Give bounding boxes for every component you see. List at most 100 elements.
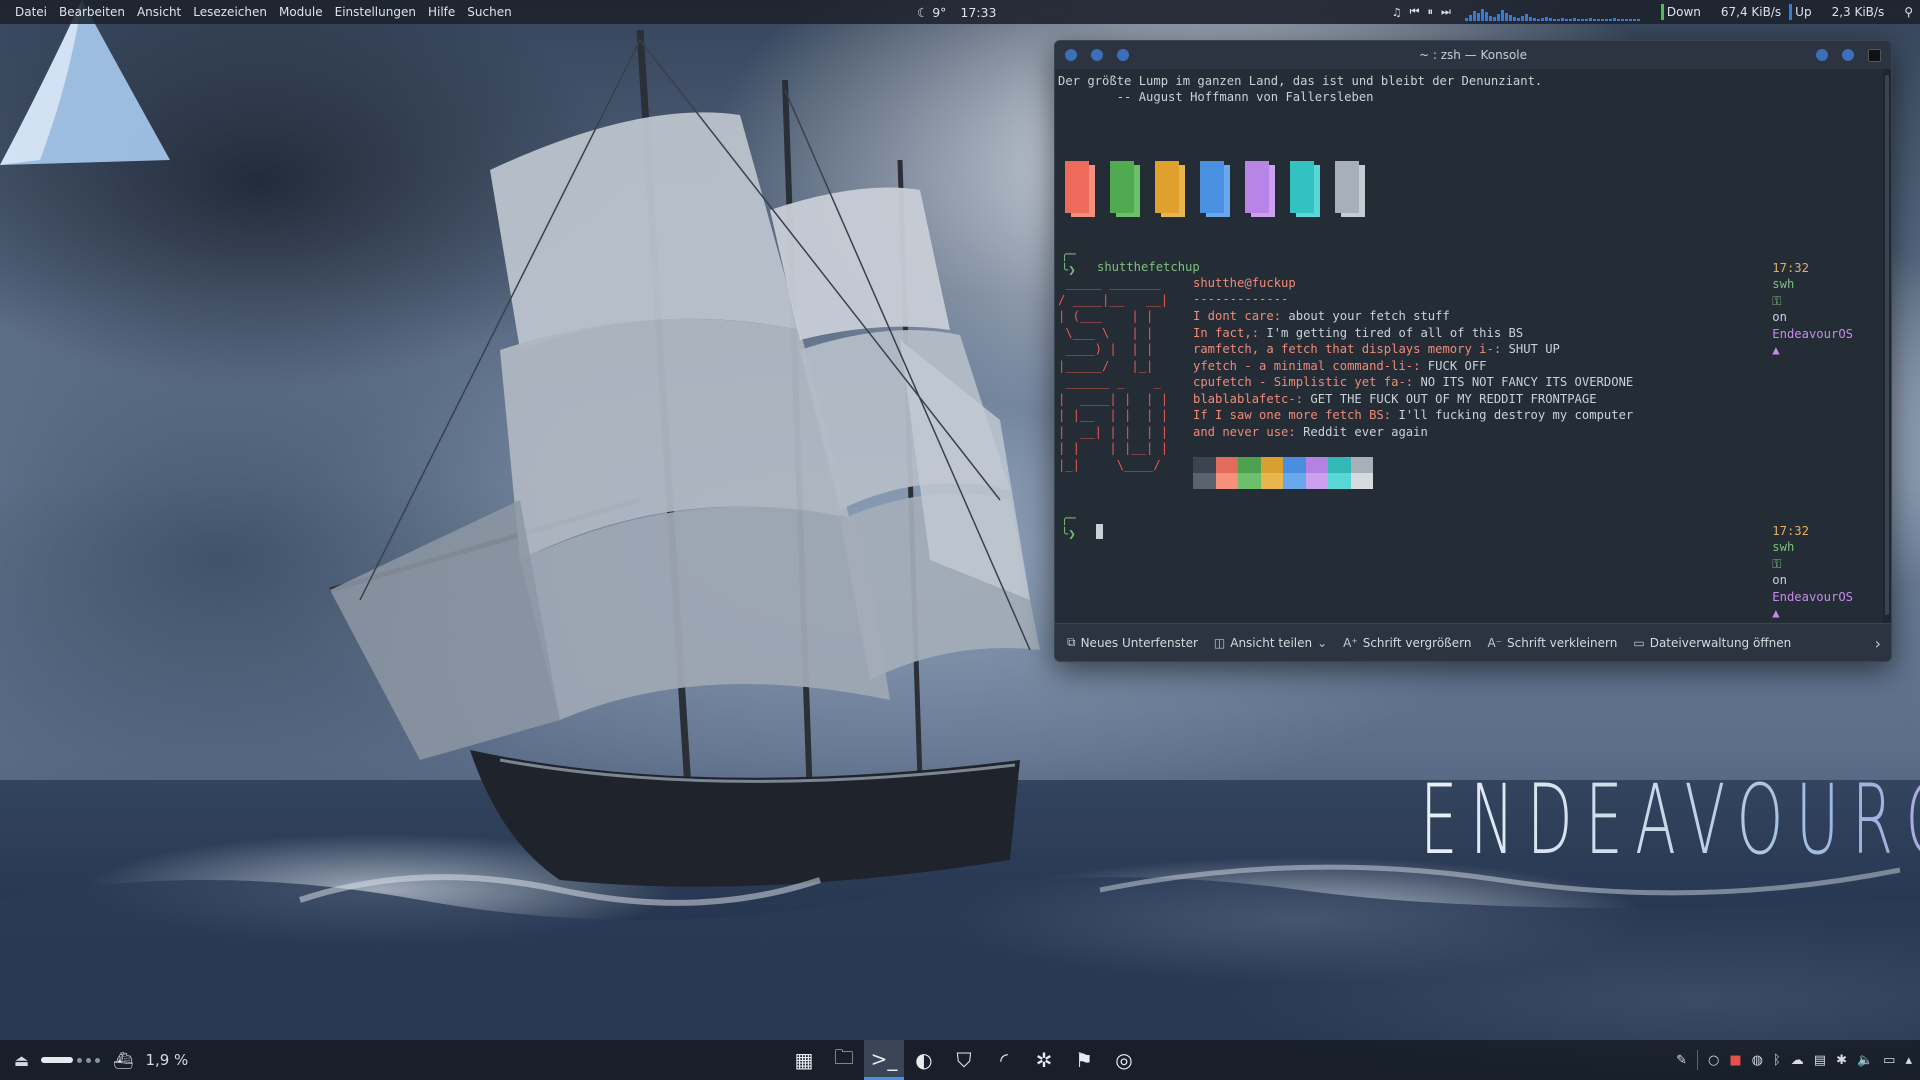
menu-hilfe[interactable]: Hilfe xyxy=(422,0,461,24)
palette-cell xyxy=(1193,457,1216,473)
color-swatches xyxy=(1065,161,1365,217)
clock[interactable]: 17:33 xyxy=(960,5,996,20)
brave-icon[interactable]: ⛉ xyxy=(944,1040,984,1080)
window-titlebar[interactable]: ~ : zsh — Konsole xyxy=(1055,41,1891,69)
menu-module[interactable]: Module xyxy=(273,0,329,24)
cpu-usage: 1,9 % xyxy=(145,1051,189,1069)
ascii-art-line: \___ \ | | xyxy=(1058,325,1176,340)
menu-bearbeiten[interactable]: Bearbeiten xyxy=(53,0,131,24)
open-file-manager-button[interactable]: ▭ Dateiverwaltung öffnen xyxy=(1633,636,1791,650)
brightness-slider[interactable] xyxy=(41,1057,101,1063)
ascii-art-line: | |__ | | | | xyxy=(1058,408,1169,422)
endeavouros-logo-icon xyxy=(0,0,170,165)
search-icon[interactable]: ⚲ xyxy=(1904,5,1913,19)
network-speed: Down 67,4 KiB/s Up 2,3 KiB/s xyxy=(1660,4,1885,20)
palette-cell xyxy=(1260,473,1283,489)
font-bigger-button[interactable]: A⁺ Schrift vergrößern xyxy=(1343,636,1471,650)
network-graph-bar xyxy=(1512,17,1516,21)
net-up-value: 2,3 KiB/s xyxy=(1831,5,1885,19)
palette-cell xyxy=(1238,457,1261,473)
pause-icon[interactable]: ⏸ xyxy=(1427,5,1433,19)
menu-suchen[interactable]: Suchen xyxy=(461,0,517,24)
network-graph-bar xyxy=(1552,19,1556,21)
tray-expand-icon[interactable]: ▴ xyxy=(1905,1053,1912,1068)
eject-icon[interactable]: ⏏ xyxy=(14,1051,29,1070)
palette-bar xyxy=(1193,457,1373,489)
clipboard-icon[interactable]: ▤ xyxy=(1814,1053,1826,1068)
maximize-button[interactable] xyxy=(1842,49,1854,61)
network-graph-bar xyxy=(1616,19,1620,21)
network-graph-bar xyxy=(1588,18,1592,21)
network-graph-bar xyxy=(1596,19,1600,21)
network-graph-bar xyxy=(1496,14,1500,21)
bluetooth-icon[interactable]: ᛒ xyxy=(1773,1053,1781,1068)
weather-clock[interactable]: ☾ 9° 17:33 xyxy=(917,0,996,24)
color-picker-icon[interactable]: ✎ xyxy=(1676,1053,1687,1068)
font-smaller-label: Schrift verkleinern xyxy=(1507,635,1618,650)
new-split-button[interactable]: ⧉ Neues Unterfenster xyxy=(1067,635,1198,650)
display-icon[interactable]: ▭ xyxy=(1883,1053,1895,1068)
terminal-icon[interactable]: >_ xyxy=(864,1040,904,1080)
ascii-art-line: | (___ | | xyxy=(1058,309,1176,323)
media-player-icon: ♫ xyxy=(1391,5,1402,19)
ascii-art-line: | | | |__| | xyxy=(1058,441,1169,455)
crab-icon[interactable]: ✲ xyxy=(1024,1040,1064,1080)
volume-icon[interactable]: 🔈 xyxy=(1857,1053,1873,1068)
globe-icon[interactable]: ◍ xyxy=(1752,1053,1763,1068)
palette-top-row xyxy=(1193,457,1373,473)
previous-track-icon[interactable]: ⏮ xyxy=(1410,5,1420,19)
on-all-desktops-button[interactable] xyxy=(1117,49,1129,61)
weather-tray-icon[interactable]: ☁ xyxy=(1791,1053,1804,1068)
scrollbar[interactable] xyxy=(1883,69,1891,625)
grid-icon[interactable]: ▦ xyxy=(784,1040,824,1080)
next-track-icon[interactable]: ⏭ xyxy=(1441,5,1451,19)
network-graph-bar xyxy=(1544,17,1548,21)
split-view-button[interactable]: ◫ Ansicht teilen ⌄ xyxy=(1214,636,1327,650)
network-graph-bar xyxy=(1492,17,1496,21)
menu-datei[interactable]: Datei xyxy=(9,0,53,24)
network-graph-bar xyxy=(1624,19,1628,21)
network-graph-bar xyxy=(1504,13,1508,21)
folder-icon[interactable]: 🗀 xyxy=(824,1040,864,1080)
ascii-art-line: ____) | | | xyxy=(1058,342,1176,356)
close-button[interactable] xyxy=(1868,48,1881,62)
fetch-line: I dont care: about your fetch stuff xyxy=(1193,308,1633,325)
font-smaller-button[interactable]: A⁻ Schrift verkleinern xyxy=(1487,636,1617,650)
network-graph-bar xyxy=(1612,18,1616,21)
bottom-panel: ⏏ ⛴ 1,9 % ▦ 🗀 >_ ◐ ⛉ ◜ ✲ ⚑ ◎ ✎ ○ ■ ◍ ᛒ ☁… xyxy=(0,1040,1920,1080)
menu-lesezeichen[interactable]: Lesezeichen xyxy=(187,0,273,24)
window-menu-button[interactable] xyxy=(1065,49,1077,61)
circle-icon[interactable]: ○ xyxy=(1708,1053,1719,1068)
chevron-down-icon: ⌄ xyxy=(1317,635,1328,650)
disc-icon[interactable]: ◎ xyxy=(1104,1040,1144,1080)
endeavouros-icon: ▲ xyxy=(1772,606,1780,620)
rss-icon[interactable]: ◜ xyxy=(984,1040,1024,1080)
slider-fill xyxy=(41,1057,74,1063)
record-icon[interactable]: ■ xyxy=(1729,1053,1741,1068)
network-graph-bar xyxy=(1620,19,1624,21)
menu-ansicht[interactable]: Ansicht xyxy=(131,0,187,24)
moon-icon[interactable]: ◐ xyxy=(904,1040,944,1080)
network-graph-bar xyxy=(1556,19,1560,21)
scrollbar-thumb[interactable] xyxy=(1885,75,1889,615)
fetch-value: FUCK OFF xyxy=(1420,358,1487,373)
flag-icon[interactable]: ⚑ xyxy=(1064,1040,1104,1080)
network-graph-bar xyxy=(1468,15,1472,21)
network-icon[interactable]: ✱ xyxy=(1836,1053,1847,1068)
top-panel: Datei Bearbeiten Ansicht Lesezeichen Mod… xyxy=(0,0,1920,24)
quote-author: -- August Hoffmann von Fallersleben xyxy=(1058,90,1374,104)
network-graph xyxy=(1464,3,1645,21)
prompt2-user: swh xyxy=(1772,540,1795,554)
keep-above-button[interactable] xyxy=(1091,49,1103,61)
fetch-separator: ------------- xyxy=(1193,292,1289,306)
terminal-area[interactable]: Der größte Lump im ganzen Land, das ist … xyxy=(1055,69,1885,637)
menu-einstellungen[interactable]: Einstellungen xyxy=(329,0,422,24)
prompt1-time: 17:32 xyxy=(1772,260,1809,275)
quote-line: Der größte Lump im ganzen Land, das ist … xyxy=(1058,74,1543,88)
fetch-lines: I dont care: about your fetch stuff In fa… xyxy=(1193,308,1633,440)
chevron-right-icon[interactable]: › xyxy=(1875,624,1881,661)
minimize-button[interactable] xyxy=(1816,49,1828,61)
fetch-line: In fact,: I'm getting tired of all of th… xyxy=(1193,325,1633,342)
tray-separator xyxy=(1696,1050,1698,1070)
ascii-art-line: |_| \____/ xyxy=(1058,457,1169,472)
